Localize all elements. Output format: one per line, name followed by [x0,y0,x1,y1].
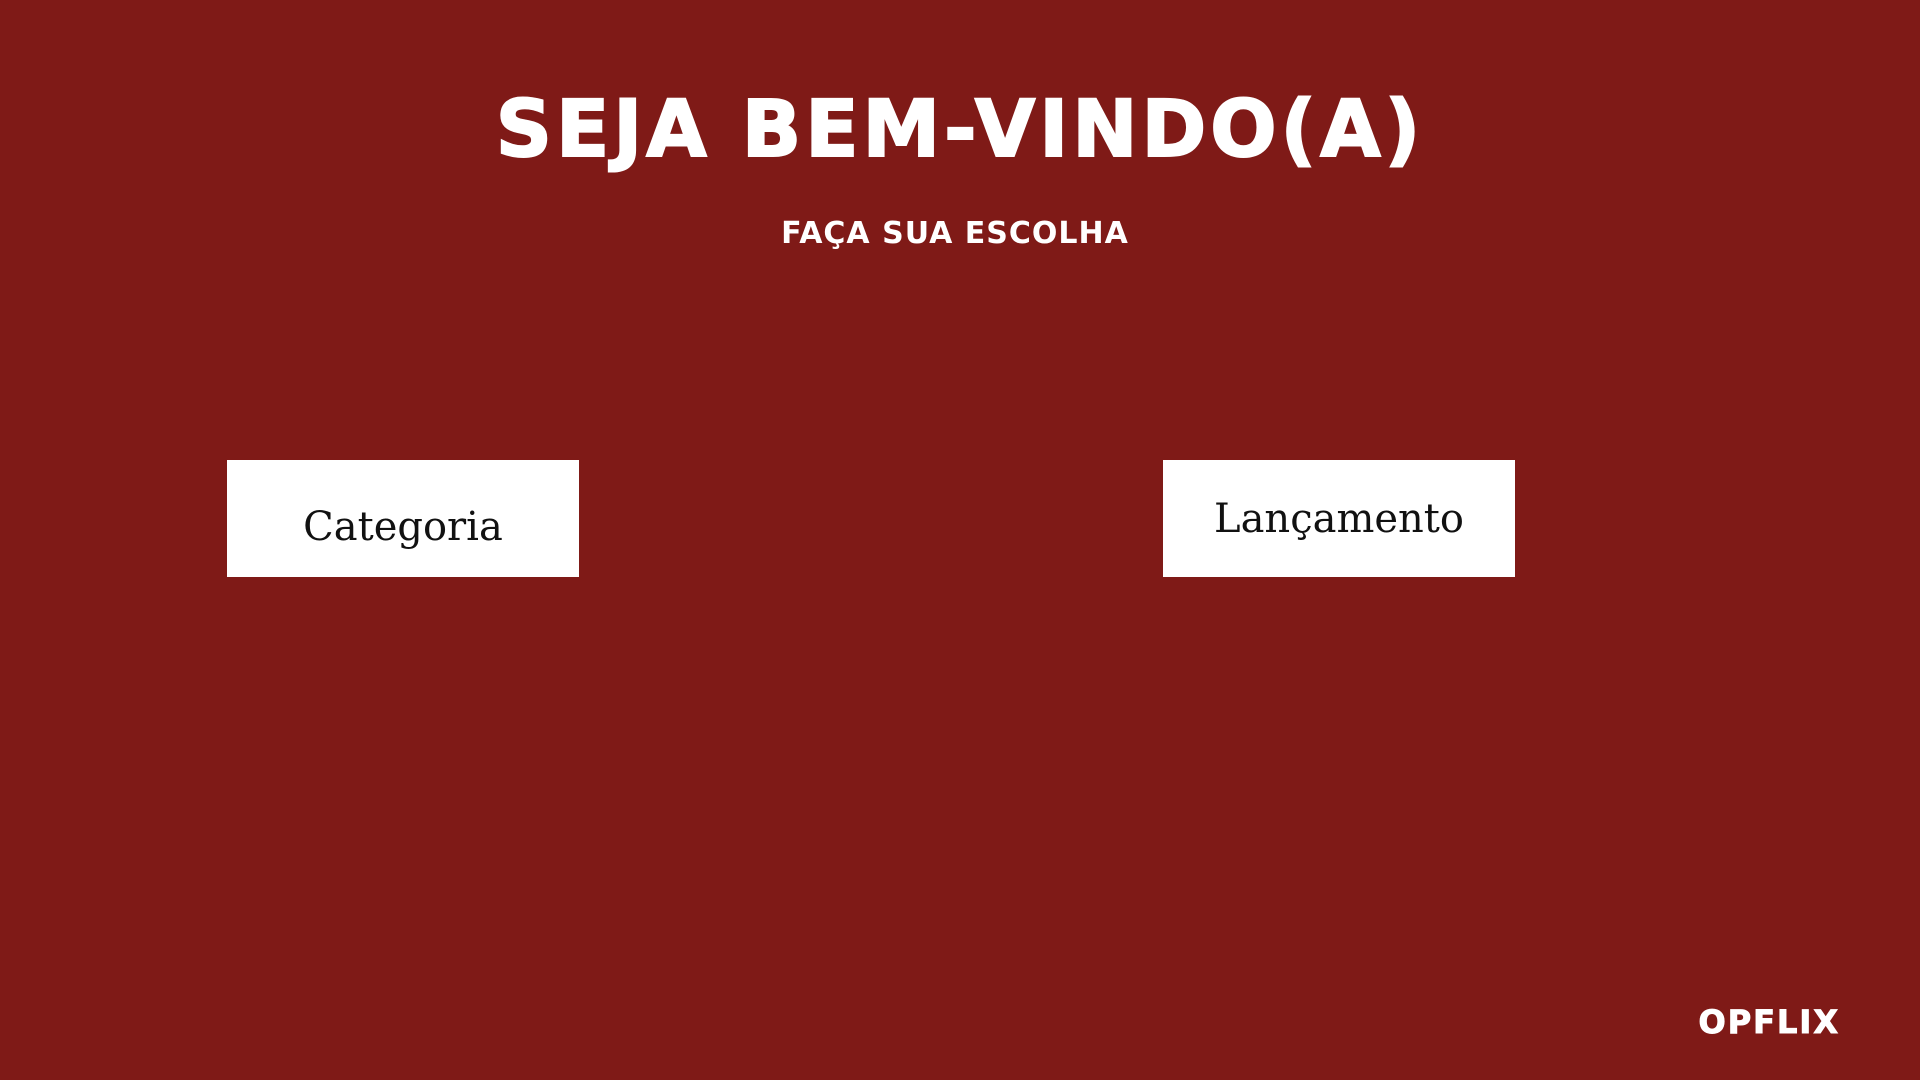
page-subtitle: FAÇA SUA ESCOLHA [781,216,1129,251]
categoria-button[interactable]: Categoria [227,460,579,577]
lancamento-button-label: Lançamento [1214,495,1464,542]
page-title: SEJA BEM-VINDO(A) [495,85,1425,175]
categoria-button-label: Categoria [303,503,503,550]
lancamento-button[interactable]: Lançamento [1163,460,1515,577]
brand-logo: OPFLIX [1698,1003,1840,1042]
